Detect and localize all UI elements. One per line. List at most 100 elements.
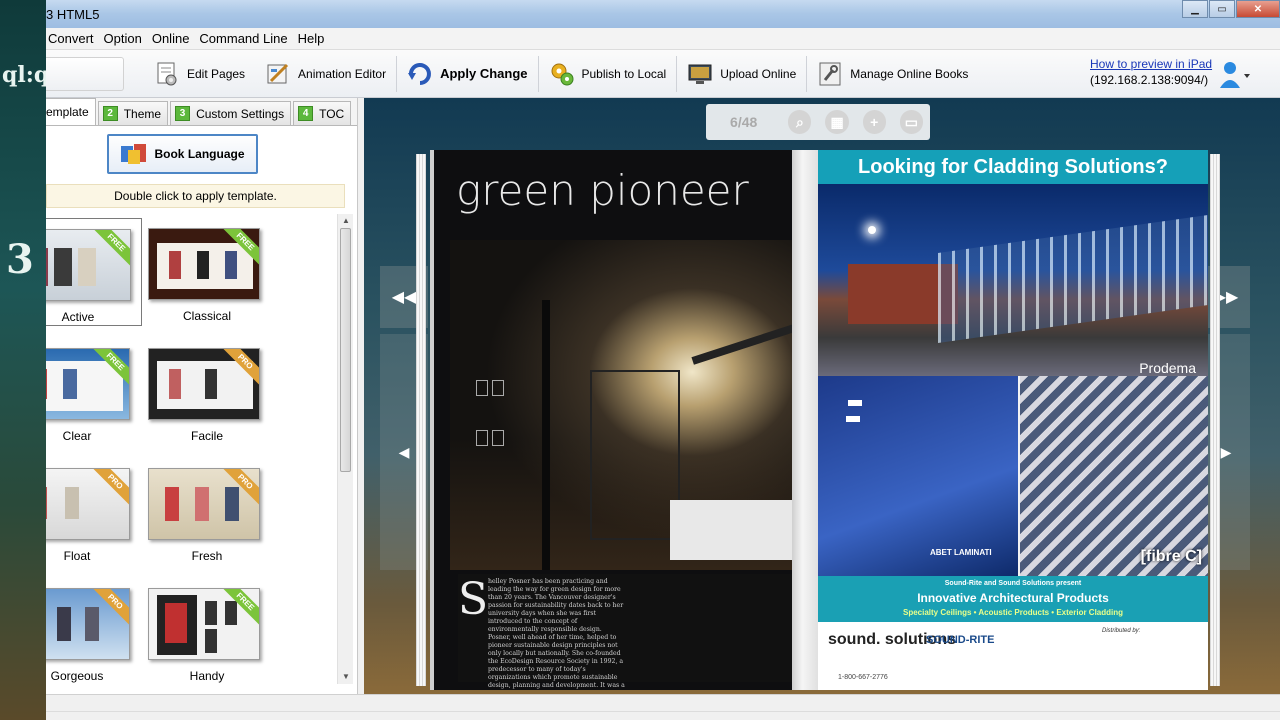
- template-name: Facile: [190, 429, 223, 443]
- fullscreen-icon[interactable]: ▭: [899, 110, 923, 134]
- tab-theme-number: 2: [102, 106, 118, 121]
- upload-monitor-icon: [688, 64, 712, 84]
- upload-online-label: Upload Online: [720, 66, 797, 81]
- template-thumbnail: FREE: [46, 348, 130, 420]
- publish-gear-icon: [551, 63, 573, 85]
- tab-toc-label: TOC: [319, 106, 345, 121]
- ad-band-line2: Innovative Architectural Products: [917, 591, 1109, 605]
- template-list-scrollbar[interactable]: ▲ ▼: [337, 214, 353, 684]
- app-window: 3 HTML5 ▁ ▭ ✕ Convert Option Online Comm…: [46, 0, 1280, 720]
- template-name: Active: [61, 310, 95, 324]
- ad-band-line3: Specialty Ceilings • Acoustic Products •…: [902, 608, 1124, 617]
- menu-command-line[interactable]: Command Line: [195, 31, 291, 46]
- user-account-icon[interactable]: [1218, 60, 1250, 90]
- article-dropcap: S: [458, 574, 489, 625]
- sound-solutions-phone: 1-800-667-2776: [838, 674, 888, 681]
- distributed-by-label: Distributed by:: [1102, 628, 1141, 634]
- ad-footer: sound. solutions 1-800-667-2776 SOUND-RI…: [818, 622, 1208, 690]
- manage-wrench-icon: [819, 62, 841, 85]
- template-name: Handy: [189, 669, 225, 683]
- animation-editor-button[interactable]: Animation Editor: [255, 50, 396, 98]
- manage-online-books-button[interactable]: Manage Online Books: [807, 50, 978, 98]
- ad-headline: Looking for Cladding Solutions?: [818, 150, 1208, 184]
- desktop-background: ql:q 3: [0, 0, 46, 720]
- edit-pages-label: Edit Pages: [187, 66, 246, 81]
- template-hint: Double click to apply template.: [46, 184, 345, 208]
- edit-pages-icon: [157, 62, 177, 85]
- tab-custom-settings-label: Custom Settings: [196, 106, 285, 121]
- search-icon[interactable]: ⌕: [788, 110, 812, 134]
- fibre-c-caption: [fibre C]: [1140, 548, 1202, 565]
- tab-toc[interactable]: 4 TOC: [293, 101, 352, 125]
- template-badge: PRO: [89, 469, 129, 508]
- template-thumbnail: FREE: [46, 229, 131, 301]
- template-item-classical[interactable]: FREE Classical: [142, 218, 272, 326]
- template-thumbnail: PRO: [148, 468, 260, 540]
- toolbar-import-button[interactable]: [46, 56, 124, 91]
- minimize-button[interactable]: ▁: [1182, 0, 1208, 18]
- menu-convert[interactable]: Convert: [46, 31, 98, 46]
- close-button[interactable]: ✕: [1236, 0, 1280, 18]
- zoom-in-icon[interactable]: +: [862, 110, 886, 134]
- page-stack-right: [1210, 154, 1220, 686]
- window-title: 3 HTML5: [46, 6, 100, 22]
- template-name: Gorgeous: [50, 669, 104, 683]
- menu-help[interactable]: Help: [294, 31, 329, 46]
- ipad-preview-link[interactable]: How to preview in iPad: [1090, 57, 1212, 71]
- upload-online-button[interactable]: Upload Online: [677, 50, 806, 98]
- tab-custom-settings-number: 3: [175, 106, 191, 121]
- animation-editor-label: Animation Editor: [298, 66, 387, 81]
- template-item-fresh[interactable]: PRO Fresh: [142, 458, 272, 566]
- building-photo: Prodema: [818, 184, 1208, 376]
- template-thumbnail: FREE: [148, 588, 260, 660]
- template-item-clear[interactable]: FREE Clear: [46, 338, 142, 446]
- apply-change-label: Apply Change: [440, 66, 528, 81]
- template-name: Classical: [182, 309, 231, 323]
- status-bar: [46, 694, 1280, 720]
- menu-bar: Convert Option Online Command Line Help: [46, 28, 1280, 50]
- ipad-preview-info: How to preview in iPad (192.168.2.138:90…: [1090, 56, 1212, 88]
- animation-editor-icon: [267, 63, 289, 83]
- template-item-facile[interactable]: PRO Facile: [142, 338, 272, 446]
- template-thumbnail: PRO: [46, 588, 130, 660]
- template-item-handy[interactable]: FREE Handy: [142, 578, 272, 684]
- scroll-down-icon[interactable]: ▼: [338, 670, 354, 684]
- book-language-button[interactable]: Book Language: [107, 134, 258, 174]
- template-thumbnail: PRO: [46, 468, 130, 540]
- page-indicator[interactable]: 6/48: [706, 114, 781, 130]
- template-item-active[interactable]: FREE Active: [46, 218, 142, 326]
- book-language-icon: [121, 144, 147, 164]
- blue-facade-photo: ABET LAMINATI: [818, 376, 1018, 576]
- apply-change-button[interactable]: Apply Change: [397, 50, 537, 98]
- right-page: Looking for Cladding Solutions? Prodema …: [818, 150, 1208, 690]
- menu-online[interactable]: Online: [148, 31, 194, 46]
- tab-custom-settings[interactable]: 3 Custom Settings: [170, 101, 292, 125]
- flipbook[interactable]: green pioneer S helley Posner has been p…: [416, 150, 1222, 694]
- ad-band: Sound-Rite and Sound Solutions present I…: [818, 576, 1208, 622]
- preview-toolbar: 6/48 ⌕ ▦ + ▭: [706, 104, 930, 140]
- left-page: green pioneer S helley Posner has been p…: [430, 150, 812, 690]
- tab-toc-number: 4: [298, 106, 314, 121]
- tab-template[interactable]: emplate: [46, 98, 96, 125]
- scrollbar-thumb[interactable]: [340, 228, 351, 472]
- prodema-caption: Prodema: [1139, 360, 1196, 376]
- template-item-gorgeous[interactable]: PRO Gorgeous: [46, 578, 142, 684]
- edit-pages-button[interactable]: Edit Pages: [144, 50, 255, 98]
- tab-theme[interactable]: 2 Theme: [97, 101, 169, 125]
- interior-photo: [450, 240, 800, 570]
- template-name: Float: [63, 549, 91, 563]
- template-panel-body: Book Language Double click to apply temp…: [46, 126, 357, 694]
- book-preview: 6/48 ⌕ ▦ + ▭ ◀◀ ◀ ▶▶ ▶ green pioneer S h…: [364, 98, 1280, 694]
- menu-option[interactable]: Option: [100, 31, 146, 46]
- template-item-float[interactable]: PRO Float: [46, 458, 142, 566]
- scroll-up-icon[interactable]: ▲: [338, 214, 354, 228]
- ipad-preview-address: (192.168.2.138:9094/): [1090, 73, 1209, 87]
- sound-rite-logo: SOUND-RITE: [926, 634, 995, 646]
- manage-online-books-label: Manage Online Books: [850, 66, 969, 81]
- title-bar: 3 HTML5 ▁ ▭ ✕: [46, 0, 1280, 28]
- thumbnails-icon[interactable]: ▦: [825, 110, 849, 134]
- template-thumbnail: FREE: [148, 228, 260, 300]
- apply-change-icon: [408, 62, 432, 85]
- publish-local-button[interactable]: Publish to Local: [539, 50, 677, 98]
- maximize-button[interactable]: ▭: [1209, 0, 1235, 18]
